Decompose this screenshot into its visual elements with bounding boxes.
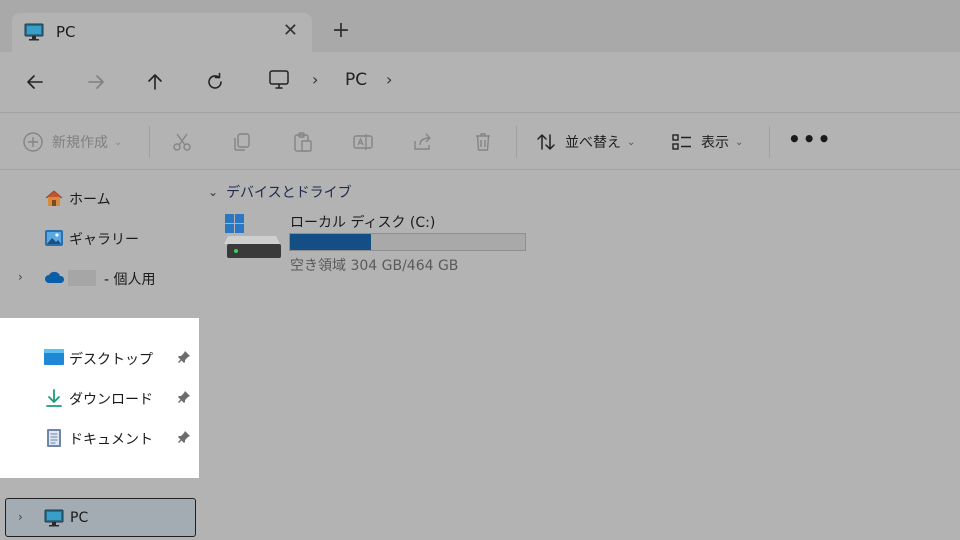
arrow-up-icon[interactable]	[143, 70, 167, 94]
drive-item-c[interactable]: ローカル ディスク (C:) 空き領域 304 GB/464 GB	[224, 210, 534, 274]
sort-button[interactable]: 並べ替え ⌄	[535, 129, 635, 155]
sidebar-item-label: ドキュメント	[69, 432, 153, 448]
sidebar-item-label: デスクトップ	[69, 352, 153, 368]
sidebar-item-label: PC	[70, 510, 89, 526]
drive-usage-fill	[290, 234, 372, 250]
view-icon	[671, 131, 693, 153]
chevron-down-icon: ⌄	[114, 136, 123, 148]
sidebar-item-label: ホーム	[69, 192, 111, 208]
document-icon	[44, 428, 64, 448]
copy-icon[interactable]	[231, 129, 253, 155]
sidebar-item-documents[interactable]: ドキュメント	[0, 420, 199, 456]
tab-title: PC	[56, 23, 76, 41]
divider	[149, 126, 150, 158]
sidebar-item-label: - 個人用	[104, 272, 156, 288]
plus-circle-icon	[22, 131, 44, 153]
chevron-right-icon[interactable]: ›	[312, 70, 318, 89]
sort-button-label: 並べ替え	[565, 135, 621, 151]
chevron-right-icon[interactable]: ›	[386, 70, 392, 89]
refresh-icon[interactable]	[203, 70, 227, 94]
arrow-right-icon[interactable]	[84, 70, 108, 94]
more-icon[interactable]: •••	[788, 129, 832, 149]
new-button-label: 新規作成	[52, 135, 108, 151]
arrow-left-icon[interactable]	[23, 70, 47, 94]
desktop-icon	[44, 348, 64, 366]
monitor-icon	[44, 509, 64, 527]
download-icon	[44, 388, 64, 408]
drive-usage-bar	[289, 233, 526, 251]
sidebar-item-label: ギャラリー	[69, 232, 139, 248]
sidebar-item-label: ダウンロード	[69, 392, 153, 408]
plus-icon[interactable]: +	[330, 19, 352, 43]
close-icon[interactable]: ✕	[283, 21, 298, 41]
sidebar-item-onedrive[interactable]: › - 個人用	[0, 260, 200, 296]
divider	[0, 169, 960, 170]
rename-icon[interactable]	[352, 129, 374, 155]
redacted-account-name	[68, 270, 96, 286]
drive-name: ローカル ディスク (C:)	[290, 215, 436, 231]
monitor-icon[interactable]	[268, 69, 290, 91]
chevron-right-icon[interactable]: ›	[18, 270, 23, 284]
new-button[interactable]: 新規作成 ⌄	[22, 129, 122, 155]
home-icon	[44, 188, 64, 208]
paste-icon[interactable]	[292, 129, 314, 155]
monitor-icon	[24, 23, 44, 41]
drive-icon	[224, 212, 282, 260]
breadcrumb-pc[interactable]: PC	[345, 70, 367, 90]
sidebar-item-pc[interactable]: › PC	[5, 498, 196, 537]
pin-icon[interactable]	[177, 350, 191, 364]
group-title: デバイスとドライブ	[226, 185, 352, 201]
quick-access-panel: デスクトップ ダウンロード ドキュメント	[0, 318, 199, 478]
drive-free-space: 空き領域 304 GB/464 GB	[290, 258, 459, 274]
sidebar-item-downloads[interactable]: ダウンロード	[0, 380, 199, 416]
command-bar: 新規作成 ⌄ 並べ替え ⌄ 表示 ⌄ •••	[0, 113, 960, 169]
view-button-label: 表示	[701, 135, 729, 151]
address-bar-row: › PC ›	[0, 52, 960, 112]
share-icon[interactable]	[412, 129, 434, 155]
divider	[516, 126, 517, 158]
pin-icon[interactable]	[177, 390, 191, 404]
sidebar-item-home[interactable]: ホーム	[0, 180, 200, 216]
pin-icon[interactable]	[177, 430, 191, 444]
view-button[interactable]: 表示 ⌄	[671, 129, 743, 155]
gallery-icon	[44, 228, 64, 248]
trash-icon[interactable]	[472, 129, 494, 155]
chevron-down-icon: ⌄	[627, 136, 636, 148]
sidebar-item-gallery[interactable]: ギャラリー	[0, 220, 200, 256]
cut-icon[interactable]	[171, 129, 193, 155]
group-header-devices[interactable]: ⌄ デバイスとドライブ	[208, 182, 352, 202]
sort-icon	[535, 131, 557, 153]
chevron-down-icon: ⌄	[735, 136, 744, 148]
sidebar-item-desktop[interactable]: デスクトップ	[0, 340, 199, 376]
onedrive-icon	[44, 268, 66, 288]
chevron-right-icon[interactable]: ›	[18, 510, 23, 524]
tab-strip: PC ✕ +	[0, 0, 960, 52]
chevron-down-icon: ⌄	[208, 185, 219, 199]
divider	[769, 126, 770, 158]
tab-pc[interactable]: PC ✕	[12, 13, 312, 52]
